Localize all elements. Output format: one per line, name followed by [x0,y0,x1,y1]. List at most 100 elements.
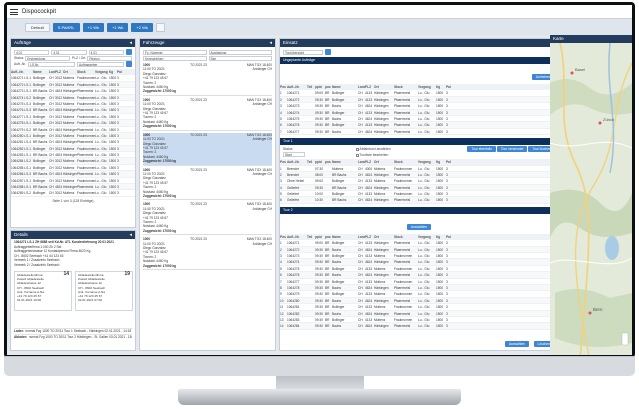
table-cell: Pfaerrmeisl [394,129,411,134]
table-cell: Härkingen [374,129,389,134]
tour-badge[interactable]: Tour ebenfalls [467,146,496,153]
auftraggeber-input[interactable]: Auftraggeber [77,61,124,67]
fz-nummer-input[interactable]: Fz.-Nummer [143,49,207,55]
vehicle-card-line: Zuggewicht: 17000 kg [143,89,272,93]
auswaehlen-button[interactable]: Auswählen [406,223,432,230]
filter-row: Auft.-Nr. LS-Nr. Auftraggeber [11,61,135,67]
pin-icon[interactable] [155,22,165,32]
panel-header: Einsatz▸ [280,39,558,47]
table-cell: 4624 [365,129,373,134]
vehicle-field-c: Zuggewicht: 17000 kg [143,228,177,233]
search-icon[interactable] [125,49,132,55]
table-cell: 3 [446,198,448,203]
box-count: 14 [63,271,69,277]
auftraege-table: Auft.-Nr.NameLandPLZOrtStockVorgangKgPal… [11,69,135,197]
vehicle-field-c: Zuggewicht: 17000 kg [143,89,177,94]
filter-row: Kennzeichen Sep [140,55,275,61]
start-input[interactable]: Start [283,152,305,158]
map-label: Bern [593,307,603,312]
pager-text: Seite 1 von 3 (128 Einträge) [52,198,94,203]
table-cell: Pfaerrmeisl [394,198,411,203]
section-title: Tour 1 [283,139,293,144]
sep-input[interactable]: Sep [208,55,272,61]
vehicle-field-to: TO 2021 23 [190,202,207,207]
toolbar-button-week2[interactable]: +1 Wk [106,22,129,32]
table-cell: 1500 [436,129,444,134]
auswaehlen-button[interactable]: Auswählen [504,340,530,347]
tour1-options: Status Start Abfahrtsort anwählen Tourli… [280,145,558,159]
filter-label: Auft.-Nr. [14,62,27,66]
map-canvas[interactable]: Basel Zürich Bern [550,43,632,355]
auslastung-input[interactable]: Auslastung [208,49,272,55]
vehicle-field-c: Zuggewicht: 17000 kg [143,263,177,268]
vehicle-field-to: TO 2021 23 [190,63,207,67]
footer-value: normal Fzg 1000 TO 20/11 Tour 1 Seebach … [25,329,132,333]
vehicle-card[interactable]: 1000 TO 2021 23 MAN TGX 18.400 11:00 TO 20/… [143,202,272,236]
toolbar: Default S PAHRL +1 Wk +1 Wk +2 Wk [7,19,632,35]
footer-label: Laden [14,329,24,333]
kennzeichen-input[interactable]: Kennzeichen [143,55,207,61]
footer-label: Abladen [14,334,27,339]
vehicle-card[interactable]: 1000 TO 2021 23 MAN TGX 18.400 11:00 TO 20/… [143,63,272,96]
calendar-icon[interactable] [325,49,331,55]
refresh-icon[interactable] [126,61,132,67]
filter-row: Status Erstmeldung PLZ / Ort Region [11,55,135,61]
panel-title: Fahrzeuge [143,40,165,45]
region-select[interactable]: Region [87,55,133,61]
toolbar-button-week1[interactable]: +1 Wk [82,22,104,32]
vehicle-field-tour: Anhänger CH [252,171,272,176]
map-label: Zürich [603,117,614,122]
collapse-icon[interactable]: ◂ [129,39,132,47]
tour2-table: PosAuft.-Nr. Teil ppid posName LandPLZ Ort Sto… [280,233,558,330]
toolbar-button-default[interactable]: Default [25,22,50,32]
vehicle-card-line: Zuggewicht: 17000 kg [143,229,272,233]
screen: Dispocockpit Default S PAHRL +1 Wk +1 Wk… [4,2,635,358]
toolbar-button-filter[interactable]: S PAHRL [52,22,80,32]
map-label: Basel [575,67,585,72]
vehicle-card[interactable]: 1000 TO 2021 23 MAN TGX 18.400 11:00 TO 20/… [143,98,272,131]
vehicle-field-c: Zuggewicht: 17000 kg [143,193,177,198]
section-title: Tour 2 [283,207,293,212]
table-row[interactable]: 7 1064277 09:30 BR Bauhs CH 4624 Härkingen Pfaer… [280,129,558,136]
table-cell: 3 [446,129,448,134]
einsatz-toolbar: Tourübersicht [280,49,558,55]
vehicle-card-line: Zuggewicht: 17000 kg [143,159,272,163]
date-input[interactable]: 4.01 [88,49,124,55]
tour-select[interactable]: Tourübersicht [283,49,323,55]
menu-icon[interactable] [10,8,18,15]
collapse-icon[interactable]: ◂ [129,231,132,239]
check-item[interactable]: Tourliste bearbeiten [355,152,455,158]
panel-header: Details ◂ [11,231,135,239]
table-cell: Lu - Glu [418,198,430,203]
title-bar: Dispocockpit [7,5,632,19]
date-to-input[interactable]: 4.01 [51,49,87,55]
footer-value: normal Fzg 1000 TO 20/11 Tour 2 Härkinge… [28,334,132,339]
section-header-tour2: Tour 2 [280,206,558,214]
ls-input[interactable]: LS-Nr. [28,61,76,67]
box-date: 02.01.2021 07:00 [78,298,103,303]
monitor-neck [276,376,364,390]
table-cell: 4624 [365,198,373,203]
panel-title: Karte [550,35,632,43]
tour-badge[interactable]: Tour verwendet [496,146,528,153]
map-panel: Karte Basel Zürich Bern [550,35,632,355]
panel-title: Aufträge [14,40,32,45]
toolbar-button-week3[interactable]: +2 Wk [131,22,153,32]
status-select[interactable]: Erstmeldung [25,55,70,61]
date-from-input[interactable]: 4.01 [14,49,50,55]
table-cell: 1500 [436,198,444,203]
collapse-icon[interactable]: ◂ [269,39,272,47]
vehicle-card[interactable]: 1000 TO 2021 23 MAN TGX 18.400 11:00 TO 20/… [143,237,272,271]
table-cell: 1500 [109,191,117,196]
table-row[interactable]: 1064289 LS-2 Bollinger CH3012Muttenz Fraubr… [11,190,135,197]
auftraege-panel: Aufträge ◂ 4.01 4.01 4.01 Status Erstmeld… [10,38,136,228]
vehicle-card[interactable]: 1000 TO 2021 23 MAN TGX 18.400 11:00 TO 20/… [143,132,272,166]
checkbox[interactable] [355,147,359,151]
table-row[interactable]: 6 Geliefert 10:30 BR Bauhs CH 4624 Härkingen Pf… [280,197,558,204]
vehicle-card-line: Zuggewicht: 17000 kg [143,194,272,198]
section-header-tour1: Tour 1 [280,138,558,146]
table-cell: BR [325,129,330,134]
checkbox[interactable] [355,153,359,157]
table-cell: Fraubrunnen [77,191,95,196]
vehicle-card[interactable]: 1000 TO 2021 23 MAN TGX 18.400 11:00 TO 20/… [143,168,272,201]
